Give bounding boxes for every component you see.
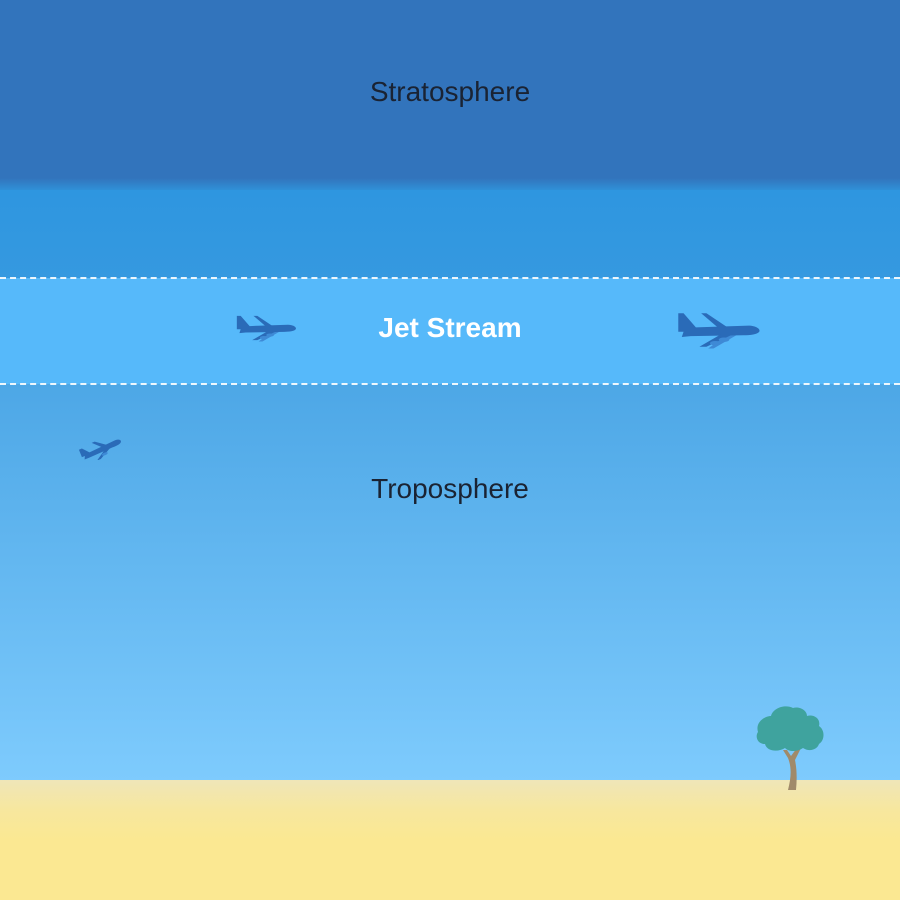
airplane-icon (236, 315, 296, 342)
airplane-icon (678, 313, 760, 349)
airplane-shape (78, 439, 121, 460)
jet-stream-upper-boundary (0, 277, 900, 279)
ground (0, 780, 900, 900)
upper-troposphere-layer (0, 190, 900, 278)
airplane-shape (678, 313, 760, 349)
airplane-shape (236, 315, 296, 342)
tree-trunk (783, 748, 801, 790)
jet-stream-label: Jet Stream (378, 312, 522, 343)
jet-stream-lower-boundary (0, 383, 900, 385)
stratosphere-label: Stratosphere (369, 76, 531, 107)
troposphere-label: Troposphere (371, 473, 529, 504)
airplane-icon (78, 439, 121, 460)
tree-foliage (756, 706, 824, 751)
tree-icon (756, 706, 824, 790)
